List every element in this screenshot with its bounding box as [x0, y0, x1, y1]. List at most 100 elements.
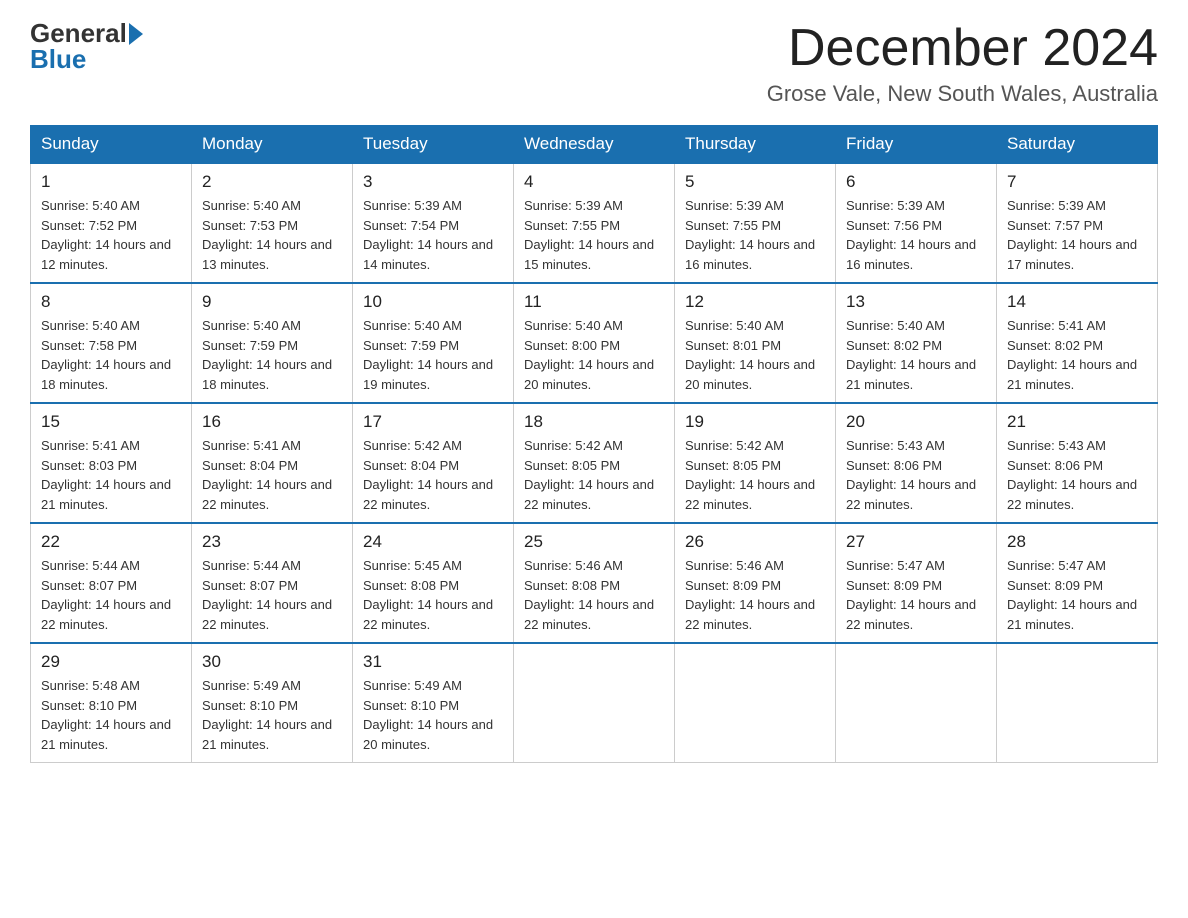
day-number: 14	[1007, 292, 1147, 312]
calendar-cell	[514, 643, 675, 763]
logo-blue-text: Blue	[30, 46, 86, 72]
header-sunday: Sunday	[31, 126, 192, 164]
day-number: 3	[363, 172, 503, 192]
calendar-cell: 23 Sunrise: 5:44 AM Sunset: 8:07 PM Dayl…	[192, 523, 353, 643]
day-number: 2	[202, 172, 342, 192]
calendar-cell: 7 Sunrise: 5:39 AM Sunset: 7:57 PM Dayli…	[997, 163, 1158, 283]
calendar-cell: 26 Sunrise: 5:46 AM Sunset: 8:09 PM Dayl…	[675, 523, 836, 643]
day-number: 6	[846, 172, 986, 192]
day-info: Sunrise: 5:42 AM Sunset: 8:05 PM Dayligh…	[685, 436, 825, 514]
day-number: 21	[1007, 412, 1147, 432]
header-saturday: Saturday	[997, 126, 1158, 164]
day-info: Sunrise: 5:47 AM Sunset: 8:09 PM Dayligh…	[846, 556, 986, 634]
day-number: 20	[846, 412, 986, 432]
calendar-week-row: 8 Sunrise: 5:40 AM Sunset: 7:58 PM Dayli…	[31, 283, 1158, 403]
day-number: 4	[524, 172, 664, 192]
day-number: 22	[41, 532, 181, 552]
day-number: 10	[363, 292, 503, 312]
day-info: Sunrise: 5:41 AM Sunset: 8:04 PM Dayligh…	[202, 436, 342, 514]
day-number: 11	[524, 292, 664, 312]
header-tuesday: Tuesday	[353, 126, 514, 164]
calendar-cell	[836, 643, 997, 763]
day-info: Sunrise: 5:44 AM Sunset: 8:07 PM Dayligh…	[41, 556, 181, 634]
calendar-cell: 16 Sunrise: 5:41 AM Sunset: 8:04 PM Dayl…	[192, 403, 353, 523]
day-number: 19	[685, 412, 825, 432]
header-wednesday: Wednesday	[514, 126, 675, 164]
calendar-cell: 27 Sunrise: 5:47 AM Sunset: 8:09 PM Dayl…	[836, 523, 997, 643]
day-number: 13	[846, 292, 986, 312]
header-monday: Monday	[192, 126, 353, 164]
calendar-cell: 2 Sunrise: 5:40 AM Sunset: 7:53 PM Dayli…	[192, 163, 353, 283]
day-info: Sunrise: 5:48 AM Sunset: 8:10 PM Dayligh…	[41, 676, 181, 754]
day-number: 1	[41, 172, 181, 192]
day-info: Sunrise: 5:45 AM Sunset: 8:08 PM Dayligh…	[363, 556, 503, 634]
calendar-cell: 25 Sunrise: 5:46 AM Sunset: 8:08 PM Dayl…	[514, 523, 675, 643]
day-number: 16	[202, 412, 342, 432]
calendar-cell: 10 Sunrise: 5:40 AM Sunset: 7:59 PM Dayl…	[353, 283, 514, 403]
month-title: December 2024	[767, 20, 1158, 77]
day-number: 17	[363, 412, 503, 432]
calendar-table: SundayMondayTuesdayWednesdayThursdayFrid…	[30, 125, 1158, 763]
day-info: Sunrise: 5:39 AM Sunset: 7:56 PM Dayligh…	[846, 196, 986, 274]
day-info: Sunrise: 5:40 AM Sunset: 7:59 PM Dayligh…	[363, 316, 503, 394]
calendar-cell: 8 Sunrise: 5:40 AM Sunset: 7:58 PM Dayli…	[31, 283, 192, 403]
day-info: Sunrise: 5:44 AM Sunset: 8:07 PM Dayligh…	[202, 556, 342, 634]
calendar-cell: 18 Sunrise: 5:42 AM Sunset: 8:05 PM Dayl…	[514, 403, 675, 523]
day-number: 7	[1007, 172, 1147, 192]
logo-general-text: General	[30, 20, 127, 46]
day-info: Sunrise: 5:49 AM Sunset: 8:10 PM Dayligh…	[202, 676, 342, 754]
day-info: Sunrise: 5:41 AM Sunset: 8:02 PM Dayligh…	[1007, 316, 1147, 394]
calendar-week-row: 22 Sunrise: 5:44 AM Sunset: 8:07 PM Dayl…	[31, 523, 1158, 643]
day-info: Sunrise: 5:47 AM Sunset: 8:09 PM Dayligh…	[1007, 556, 1147, 634]
calendar-cell: 9 Sunrise: 5:40 AM Sunset: 7:59 PM Dayli…	[192, 283, 353, 403]
day-info: Sunrise: 5:39 AM Sunset: 7:55 PM Dayligh…	[524, 196, 664, 274]
calendar-cell: 12 Sunrise: 5:40 AM Sunset: 8:01 PM Dayl…	[675, 283, 836, 403]
day-number: 27	[846, 532, 986, 552]
day-number: 5	[685, 172, 825, 192]
day-number: 29	[41, 652, 181, 672]
day-number: 26	[685, 532, 825, 552]
calendar-cell: 24 Sunrise: 5:45 AM Sunset: 8:08 PM Dayl…	[353, 523, 514, 643]
day-number: 31	[363, 652, 503, 672]
header-friday: Friday	[836, 126, 997, 164]
calendar-cell: 17 Sunrise: 5:42 AM Sunset: 8:04 PM Dayl…	[353, 403, 514, 523]
calendar-cell: 15 Sunrise: 5:41 AM Sunset: 8:03 PM Dayl…	[31, 403, 192, 523]
calendar-cell: 30 Sunrise: 5:49 AM Sunset: 8:10 PM Dayl…	[192, 643, 353, 763]
calendar-cell: 21 Sunrise: 5:43 AM Sunset: 8:06 PM Dayl…	[997, 403, 1158, 523]
day-number: 28	[1007, 532, 1147, 552]
title-area: December 2024 Grose Vale, New South Wale…	[767, 20, 1158, 107]
calendar-cell: 19 Sunrise: 5:42 AM Sunset: 8:05 PM Dayl…	[675, 403, 836, 523]
day-number: 25	[524, 532, 664, 552]
calendar-cell: 31 Sunrise: 5:49 AM Sunset: 8:10 PM Dayl…	[353, 643, 514, 763]
day-number: 15	[41, 412, 181, 432]
day-info: Sunrise: 5:46 AM Sunset: 8:08 PM Dayligh…	[524, 556, 664, 634]
day-number: 18	[524, 412, 664, 432]
day-info: Sunrise: 5:43 AM Sunset: 8:06 PM Dayligh…	[846, 436, 986, 514]
location-title: Grose Vale, New South Wales, Australia	[767, 81, 1158, 107]
calendar-cell: 3 Sunrise: 5:39 AM Sunset: 7:54 PM Dayli…	[353, 163, 514, 283]
calendar-cell	[675, 643, 836, 763]
day-info: Sunrise: 5:42 AM Sunset: 8:05 PM Dayligh…	[524, 436, 664, 514]
day-info: Sunrise: 5:40 AM Sunset: 7:59 PM Dayligh…	[202, 316, 342, 394]
logo: General Blue	[30, 20, 143, 72]
page-header: General Blue December 2024 Grose Vale, N…	[30, 20, 1158, 107]
calendar-week-row: 15 Sunrise: 5:41 AM Sunset: 8:03 PM Dayl…	[31, 403, 1158, 523]
calendar-cell: 11 Sunrise: 5:40 AM Sunset: 8:00 PM Dayl…	[514, 283, 675, 403]
header-thursday: Thursday	[675, 126, 836, 164]
calendar-cell: 20 Sunrise: 5:43 AM Sunset: 8:06 PM Dayl…	[836, 403, 997, 523]
calendar-cell: 29 Sunrise: 5:48 AM Sunset: 8:10 PM Dayl…	[31, 643, 192, 763]
day-info: Sunrise: 5:40 AM Sunset: 8:00 PM Dayligh…	[524, 316, 664, 394]
day-info: Sunrise: 5:39 AM Sunset: 7:55 PM Dayligh…	[685, 196, 825, 274]
day-info: Sunrise: 5:49 AM Sunset: 8:10 PM Dayligh…	[363, 676, 503, 754]
calendar-header-row: SundayMondayTuesdayWednesdayThursdayFrid…	[31, 126, 1158, 164]
day-info: Sunrise: 5:40 AM Sunset: 8:02 PM Dayligh…	[846, 316, 986, 394]
calendar-cell: 4 Sunrise: 5:39 AM Sunset: 7:55 PM Dayli…	[514, 163, 675, 283]
day-number: 30	[202, 652, 342, 672]
calendar-cell: 13 Sunrise: 5:40 AM Sunset: 8:02 PM Dayl…	[836, 283, 997, 403]
day-info: Sunrise: 5:39 AM Sunset: 7:57 PM Dayligh…	[1007, 196, 1147, 274]
calendar-cell: 5 Sunrise: 5:39 AM Sunset: 7:55 PM Dayli…	[675, 163, 836, 283]
day-info: Sunrise: 5:46 AM Sunset: 8:09 PM Dayligh…	[685, 556, 825, 634]
calendar-cell: 6 Sunrise: 5:39 AM Sunset: 7:56 PM Dayli…	[836, 163, 997, 283]
day-info: Sunrise: 5:40 AM Sunset: 7:58 PM Dayligh…	[41, 316, 181, 394]
day-number: 8	[41, 292, 181, 312]
